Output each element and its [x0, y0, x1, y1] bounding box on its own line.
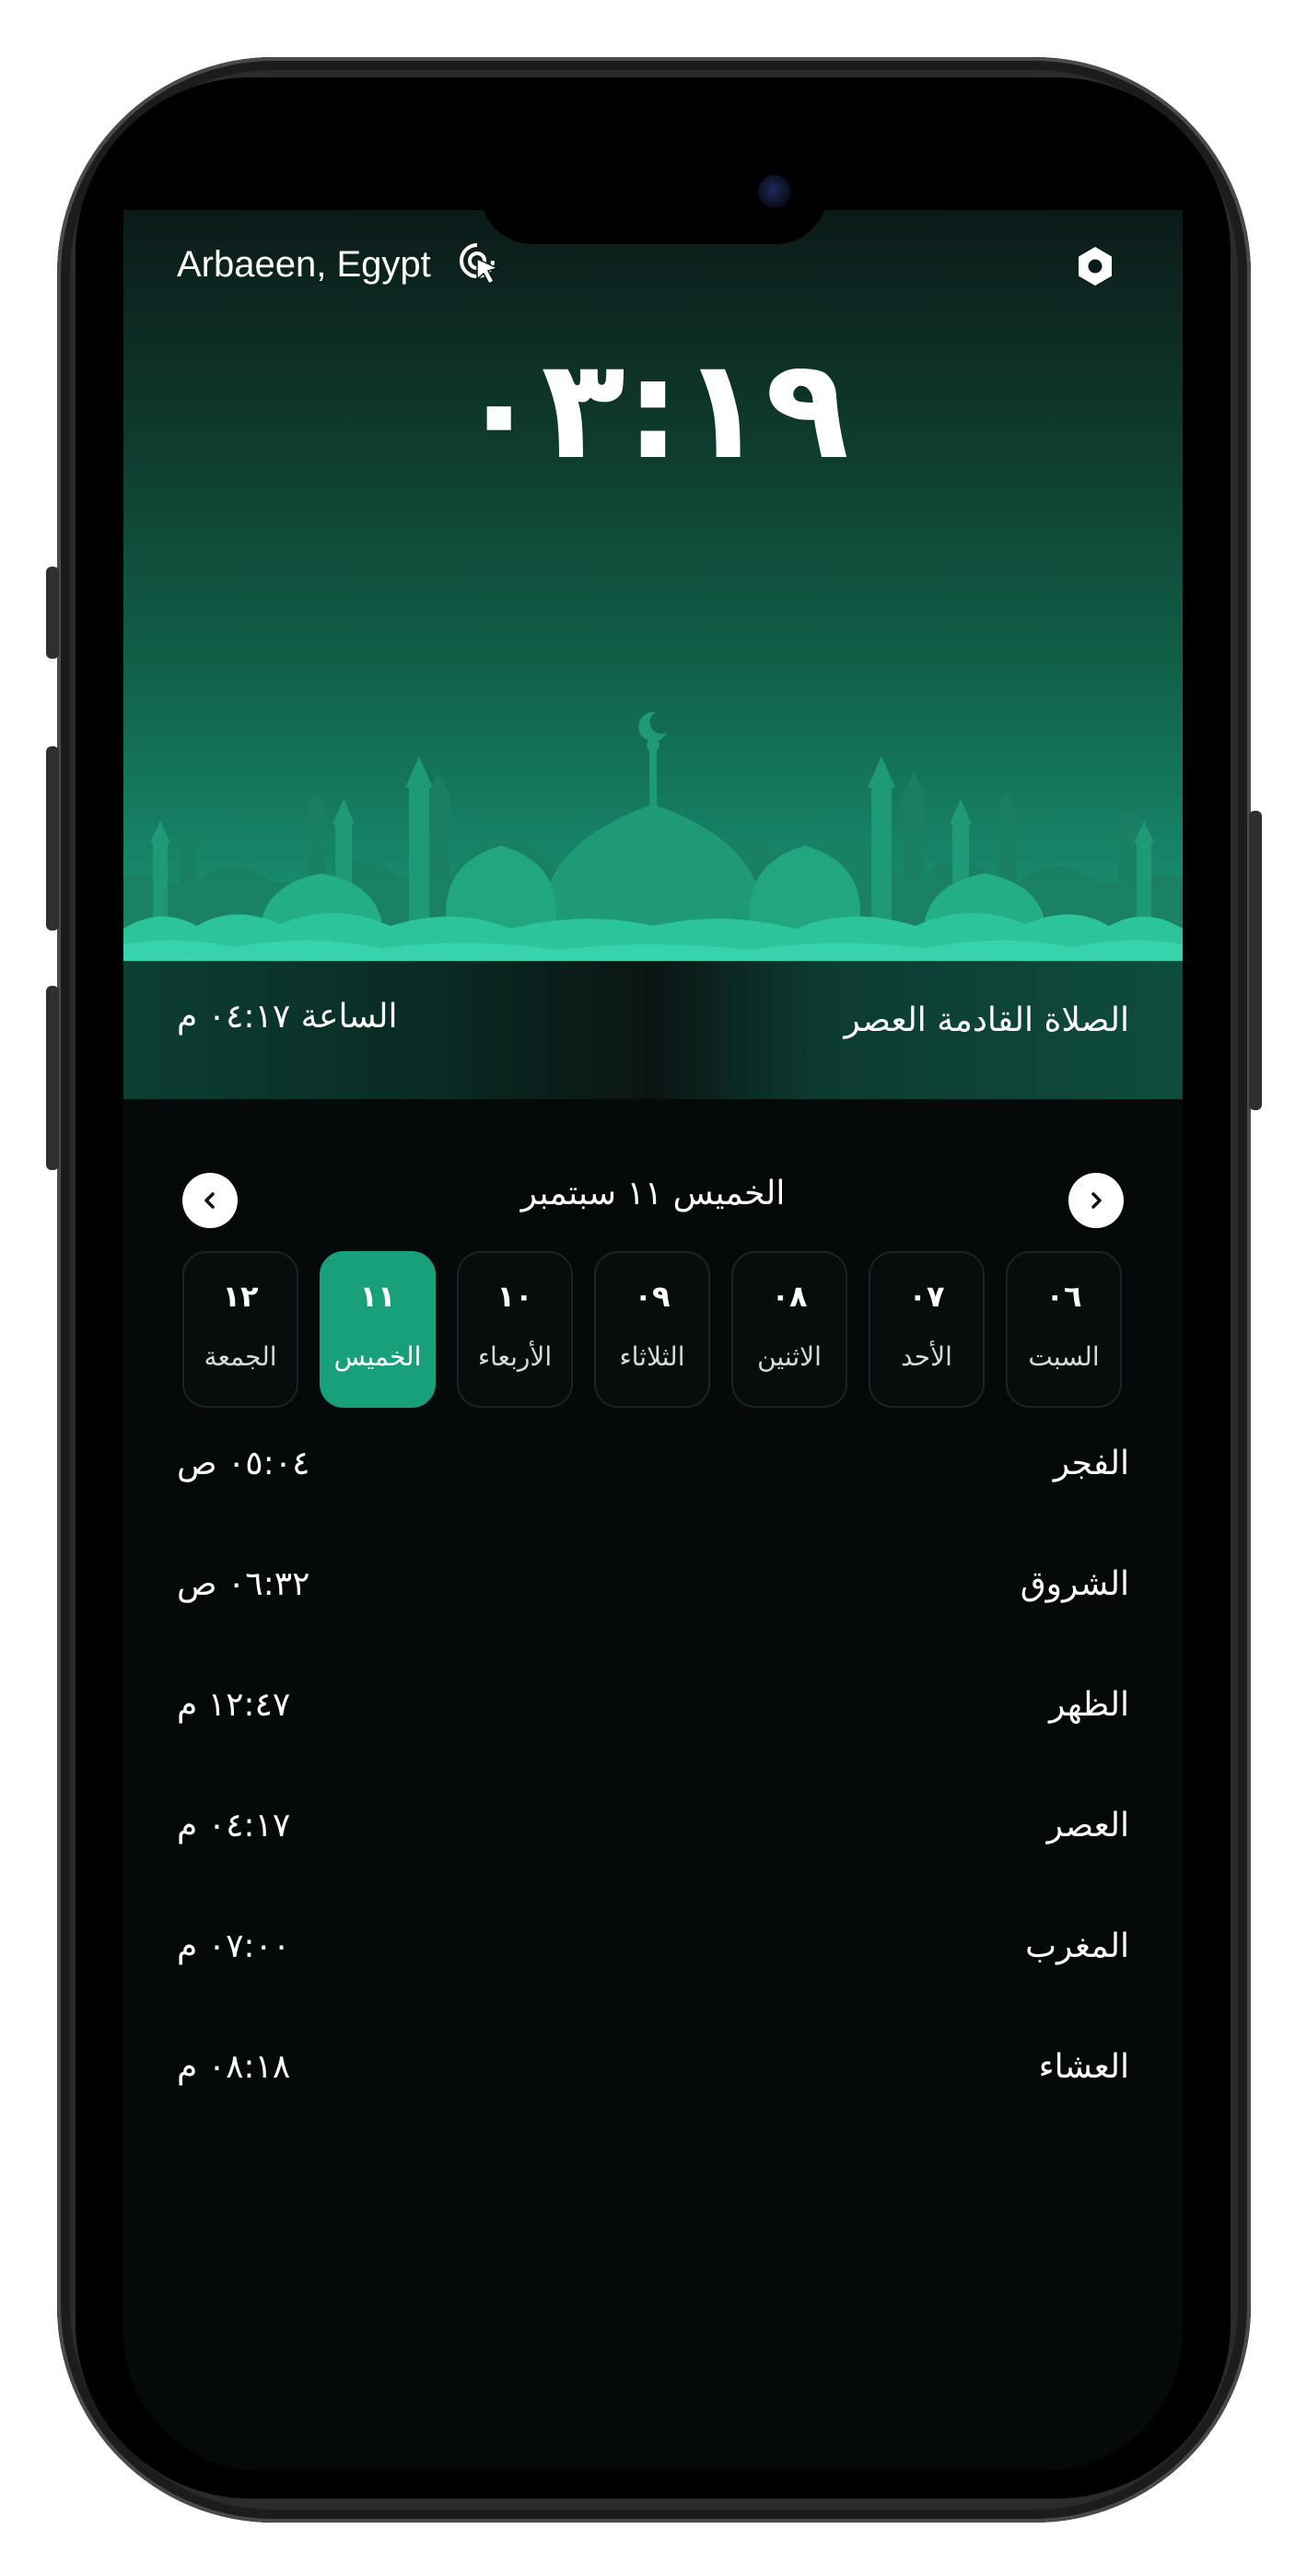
- day-name: الاثنين: [757, 1341, 822, 1372]
- day-name: الخميس: [333, 1341, 422, 1372]
- prayer-row-asr: العصر ٠٤:١٧ م: [177, 1797, 1129, 1862]
- day-number: ٠٦: [1045, 1279, 1082, 1314]
- prayer-time: ٠٦:٣٢ ص: [177, 1565, 310, 1603]
- power-button: [1249, 811, 1262, 1110]
- day-number: ٠٨: [771, 1279, 808, 1314]
- day-card-08[interactable]: ٠٨ الاثنين: [731, 1251, 847, 1408]
- prayer-row-dhuhr: الظهر ١٢:٤٧ م: [177, 1677, 1129, 1741]
- day-card-12[interactable]: ١٢ الجمعة: [182, 1251, 298, 1408]
- day-name: الأربعاء: [477, 1341, 553, 1372]
- day-name: الأحد: [901, 1341, 952, 1372]
- next-day-button[interactable]: [1068, 1173, 1124, 1228]
- day-card-11-selected[interactable]: ١١ الخميس: [320, 1251, 436, 1408]
- camera-lens: [758, 175, 791, 208]
- location-label: Arbaeen, Egypt: [177, 243, 431, 285]
- prayer-name: العصر: [1046, 1807, 1129, 1844]
- day-card-10[interactable]: ١٠ الأربعاء: [457, 1251, 573, 1408]
- prayer-name: العشاء: [1038, 2048, 1129, 2086]
- prayer-row-maghrib: المغرب ٠٧:٠٠ م: [177, 1918, 1129, 1983]
- day-number: ٠٩: [634, 1279, 671, 1314]
- prayer-time: ٠٥:٠٤ ص: [177, 1445, 310, 1482]
- prayer-name: الظهر: [1049, 1686, 1129, 1724]
- prayer-time: ٠٧:٠٠ م: [177, 1927, 291, 1965]
- location-row[interactable]: Arbaeen, Egypt: [177, 240, 507, 289]
- prayer-time: ٠٨:١٨ م: [177, 2048, 291, 2086]
- date-navigation: الخميس ١١ سبتمبر: [123, 1164, 1183, 1237]
- volume-down-button: [46, 986, 59, 1170]
- day-number: ١٠: [496, 1279, 533, 1314]
- action-button: [46, 567, 59, 659]
- next-prayer-bar: الصلاة القادمة العصر الساعة ٠٤:١٧ م: [123, 961, 1183, 1099]
- day-name: الثلاثاء: [619, 1341, 685, 1372]
- current-time: ٠٣:١٩: [456, 330, 850, 490]
- day-selector: ١٢ الجمعة ١١ الخميس ١٠ الأربعاء ٠٩ الثلا…: [182, 1251, 1124, 1410]
- hero-header: Arbaeen, Egypt ٠٣:١٩: [123, 210, 1183, 961]
- prayer-name: الفجر: [1053, 1445, 1129, 1482]
- prayer-row-sunrise: الشروق ٠٦:٣٢ ص: [177, 1556, 1129, 1621]
- day-card-07[interactable]: ٠٧ الأحد: [869, 1251, 985, 1408]
- settings-gear-icon[interactable]: [1074, 245, 1116, 287]
- prayer-row-fajr: الفجر ٠٥:٠٤ ص: [177, 1435, 1129, 1500]
- prayer-time: ٠٤:١٧ م: [177, 1807, 291, 1844]
- day-number: ٠٧: [908, 1279, 945, 1314]
- day-name: الجمعة: [204, 1341, 277, 1372]
- volume-up-button: [46, 746, 59, 931]
- prayer-name: المغرب: [1025, 1927, 1129, 1965]
- location-cursor-icon[interactable]: [455, 239, 507, 290]
- day-number: ١٢: [222, 1279, 259, 1314]
- day-name: السبت: [1028, 1341, 1100, 1372]
- prayer-name: الشروق: [1020, 1565, 1129, 1603]
- prayer-time: ١٢:٤٧ م: [177, 1686, 291, 1724]
- selected-date-title: الخميس ١١ سبتمبر: [520, 1175, 786, 1212]
- day-card-09[interactable]: ٠٩ الثلاثاء: [594, 1251, 710, 1408]
- day-number: ١١: [359, 1279, 396, 1314]
- chevron-right-icon: [1091, 1192, 1102, 1209]
- next-prayer-label: الصلاة القادمة العصر: [844, 1001, 1129, 1039]
- prayer-row-isha: العشاء ٠٨:١٨ م: [177, 2039, 1129, 2103]
- mosque-skyline-illustration: [123, 711, 1183, 961]
- app-screen: Arbaeen, Egypt ٠٣:١٩ الصلاة القادمة العص…: [123, 210, 1183, 2471]
- next-prayer-time: الساعة ٠٤:١٧ م: [177, 998, 398, 1036]
- day-card-06[interactable]: ٠٦ السبت: [1006, 1251, 1122, 1408]
